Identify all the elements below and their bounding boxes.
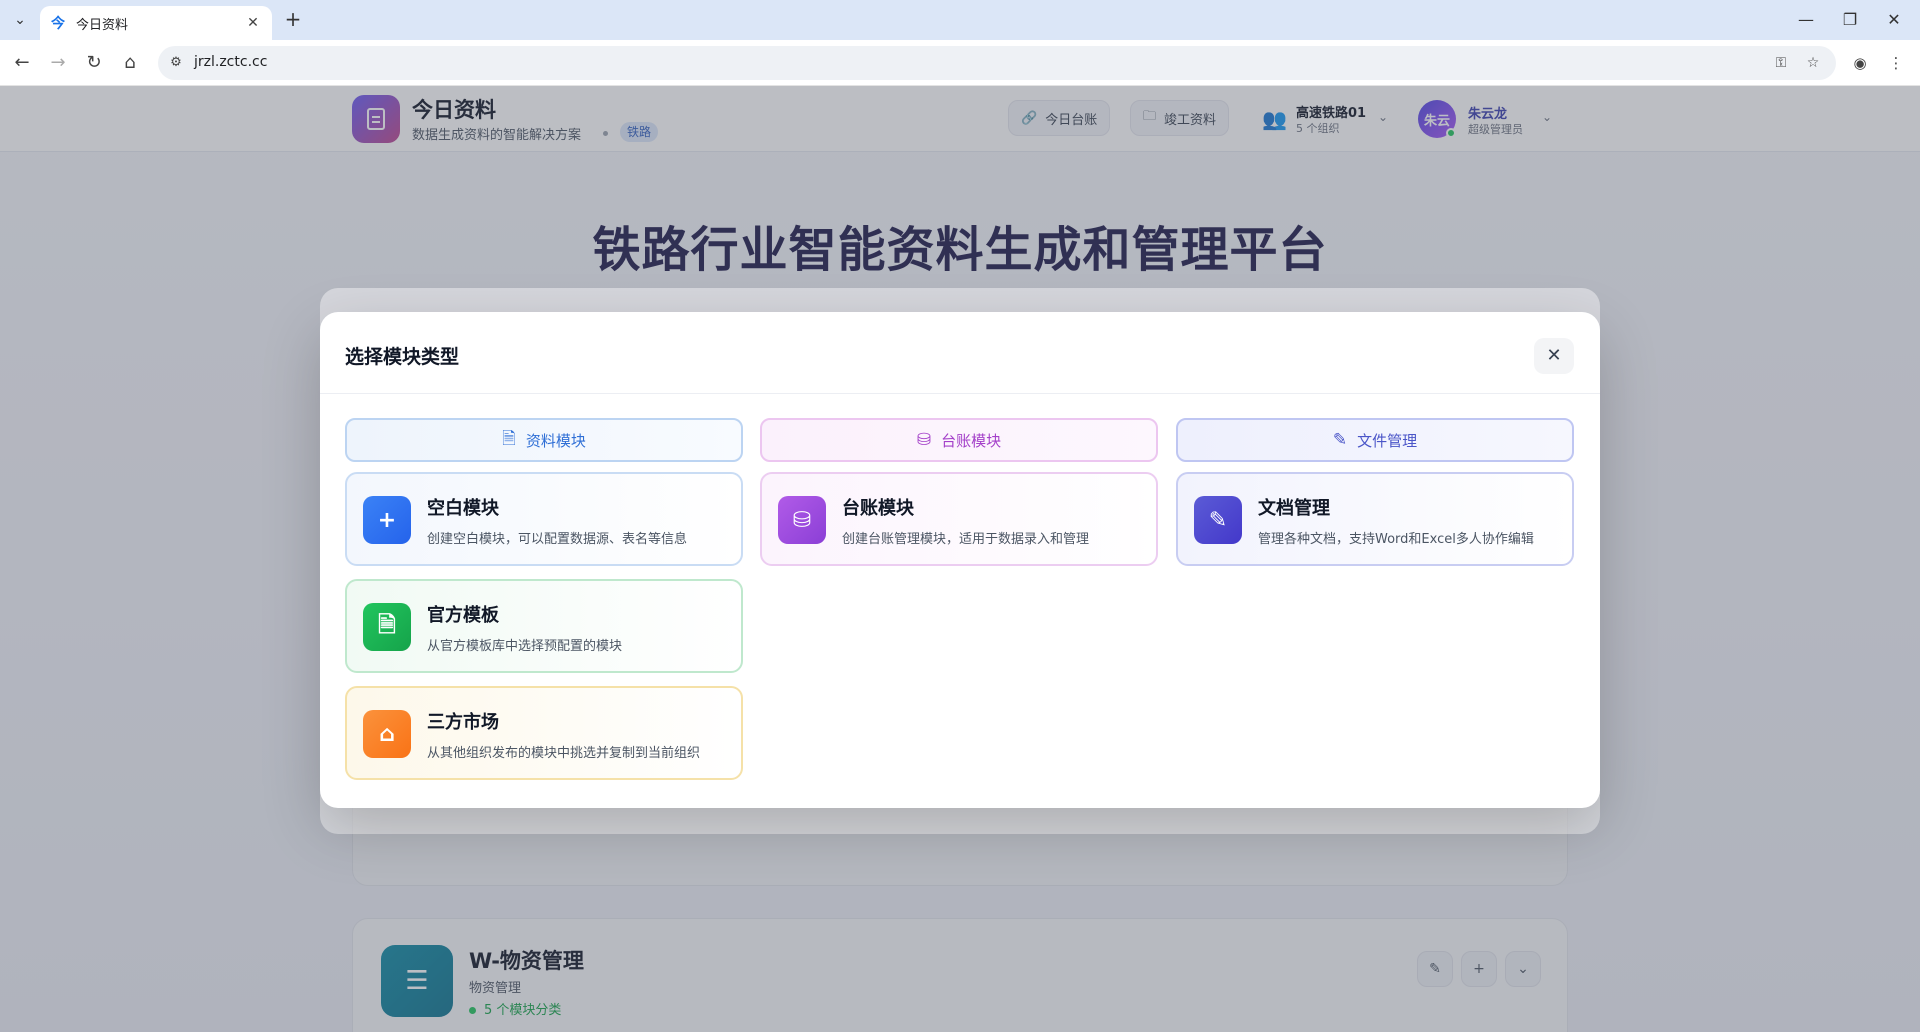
store-icon: ⌂ — [363, 710, 411, 758]
database-icon: ⛁ — [778, 496, 826, 544]
official-template-card[interactable]: 🗎 官方模板 从官方模板库中选择预配置的模块 — [345, 579, 743, 673]
card-title: 文档管理 — [1258, 498, 1330, 519]
blank-module-card[interactable]: + 空白模块 创建空白模块，可以配置数据源、表名等信息 — [345, 472, 743, 566]
bookmark-star-icon[interactable]: ☆ — [1802, 53, 1824, 73]
database-icon: ⛁ — [916, 430, 932, 450]
tab-list-chevron-icon[interactable]: ⌄ — [8, 8, 32, 32]
window-close-icon[interactable]: ✕ — [1872, 4, 1916, 36]
minimize-icon[interactable]: — — [1784, 4, 1828, 36]
document-management-card[interactable]: ✎ 文档管理 管理各种文档，支持Word和Excel多人协作编辑 — [1176, 472, 1574, 566]
site-info-icon[interactable]: ⚙ — [166, 53, 186, 73]
reload-icon[interactable]: ↻ — [80, 49, 108, 77]
tab-favicon-icon: 今 — [51, 16, 65, 32]
card-description: 创建台账管理模块，适用于数据录入和管理 — [842, 532, 1090, 547]
tab-ledger-module-label: 台账模块 — [941, 431, 1002, 450]
card-description: 创建空白模块，可以配置数据源、表名等信息 — [427, 532, 688, 547]
plus-icon: + — [363, 496, 411, 544]
tab-close-icon[interactable]: ✕ — [244, 15, 262, 31]
browser-tab-bar: ⌄ 今 今日资料 ✕ + — ❐ ✕ — [0, 0, 1920, 40]
forward-icon[interactable]: → — [44, 49, 72, 77]
tab-data-module[interactable]: 🗎 资料模块 — [345, 418, 743, 462]
card-title: 空白模块 — [427, 498, 499, 519]
card-description: 从其他组织发布的模块中挑选并复制到当前组织 — [427, 746, 701, 761]
tab-data-module-label: 资料模块 — [525, 431, 586, 450]
card-title: 台账模块 — [842, 498, 914, 519]
more-menu-icon[interactable]: ⋮ — [1884, 51, 1908, 75]
browser-toolbar: ← → ↻ ⌂ ⚙ jrzl.zctc.cc ⚿ ☆ ◉ ⋮ — [0, 40, 1920, 86]
back-icon[interactable]: ← — [8, 49, 36, 77]
dialog-header: 选择模块类型 ✕ — [320, 312, 1600, 394]
browser-tab[interactable]: 今 今日资料 ✕ — [40, 6, 272, 40]
ledger-module-card[interactable]: ⛁ 台账模块 创建台账管理模块，适用于数据录入和管理 — [760, 472, 1158, 566]
select-module-type-dialog: 选择模块类型 ✕ 🗎 资料模块 ⛁ 台账模块 ✎ 文件管理 + 空白模块 创建空… — [320, 312, 1600, 808]
close-icon[interactable]: ✕ — [1534, 338, 1574, 374]
card-description: 管理各种文档，支持Word和Excel多人协作编辑 — [1258, 532, 1534, 547]
tab-file-management-label: 文件管理 — [1357, 431, 1418, 450]
document-icon: 🗎 — [363, 603, 411, 651]
file-edit-icon: ✎ — [1332, 430, 1348, 450]
tab-ledger-module[interactable]: ⛁ 台账模块 — [760, 418, 1158, 462]
restore-icon[interactable]: ❐ — [1828, 4, 1872, 36]
card-title: 官方模板 — [427, 605, 499, 626]
url-text: jrzl.zctc.cc — [194, 54, 268, 70]
page: 今日资料 数据生成资料的智能解决方案 铁路 🔗 今日台账 🗀 竣工资料 👥 高速… — [0, 86, 1920, 1032]
document-icon: 🗎 — [502, 428, 516, 449]
tab-title: 今日资料 — [76, 17, 129, 33]
card-description: 从官方模板库中选择预配置的模块 — [427, 639, 623, 654]
address-bar[interactable]: ⚙ jrzl.zctc.cc ⚿ ☆ — [158, 46, 1836, 80]
third-party-market-card[interactable]: ⌂ 三方市场 从其他组织发布的模块中挑选并复制到当前组织 — [345, 686, 743, 780]
password-key-icon[interactable]: ⚿ — [1770, 53, 1792, 73]
tab-file-management[interactable]: ✎ 文件管理 — [1176, 418, 1574, 462]
card-title: 三方市场 — [427, 712, 499, 733]
new-tab-icon[interactable]: + — [282, 9, 304, 31]
dialog-title: 选择模块类型 — [345, 346, 460, 368]
file-edit-icon: ✎ — [1194, 496, 1242, 544]
home-icon[interactable]: ⌂ — [116, 49, 144, 77]
profile-icon[interactable]: ◉ — [1848, 51, 1872, 75]
